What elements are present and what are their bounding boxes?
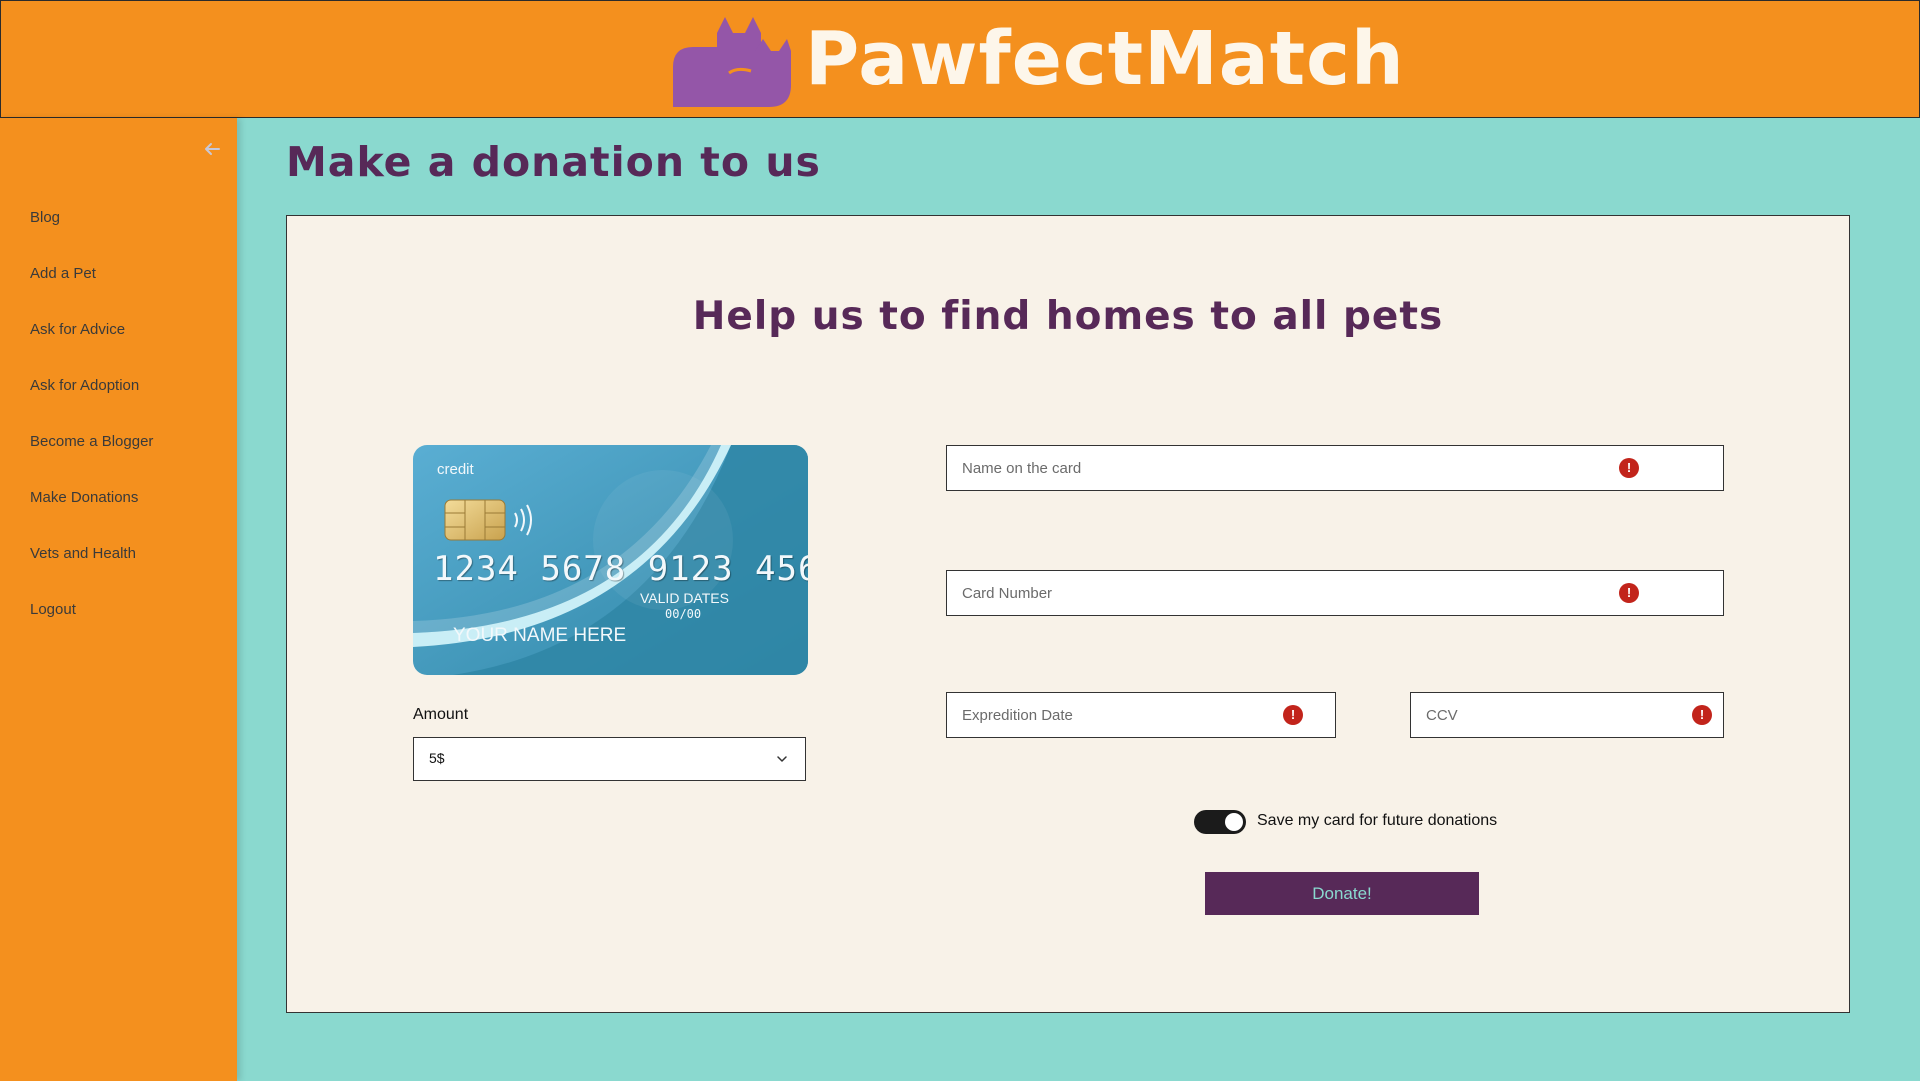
amount-select[interactable]: 5$	[413, 737, 806, 781]
header: PawfectMatch	[0, 0, 1920, 118]
card-valid-date: 00/00	[665, 607, 702, 621]
expiration-date-field: !	[946, 692, 1336, 738]
chevron-down-icon	[777, 756, 787, 762]
error-icon: !	[1283, 705, 1303, 725]
arrow-left-icon[interactable]	[199, 136, 225, 162]
donate-button[interactable]: Donate!	[1205, 872, 1479, 915]
sidebar-item-logout[interactable]: Logout	[30, 582, 153, 638]
error-icon: !	[1692, 705, 1712, 725]
donation-heading: Help us to find homes to all pets	[692, 294, 1444, 339]
sidebar-nav: Blog Add a Pet Ask for Advice Ask for Ad…	[30, 190, 153, 638]
card-number-input[interactable]	[947, 571, 1723, 615]
card-holder-text: YOUR NAME HERE	[453, 625, 627, 646]
save-card-label: Save my card for future donations	[1257, 812, 1498, 829]
amount-label: Amount	[413, 706, 469, 723]
sidebar-item-make-donations[interactable]: Make Donations	[30, 470, 153, 526]
error-icon: !	[1619, 458, 1639, 478]
logo[interactable]: PawfectMatch	[667, 11, 1405, 107]
save-card-toggle[interactable]	[1194, 810, 1246, 834]
sidebar-item-ask-for-adoption[interactable]: Ask for Adoption	[30, 358, 153, 414]
card-number-text: 1234 5678 9123 4567	[433, 549, 808, 589]
cat-logo-icon	[673, 17, 791, 107]
sidebar-item-vets-and-health[interactable]: Vets and Health	[30, 526, 153, 582]
amount-selected-value: 5$	[429, 750, 445, 766]
sidebar-item-become-a-blogger[interactable]: Become a Blogger	[30, 414, 153, 470]
card-type-label: credit	[437, 461, 474, 478]
toggle-knob	[1225, 813, 1243, 831]
card-valid-label: VALID DATES	[640, 590, 729, 606]
card-number-field: !	[946, 570, 1724, 616]
name-on-card-field: !	[946, 445, 1724, 491]
ccv-input[interactable]	[1411, 693, 1723, 737]
sidebar: Blog Add a Pet Ask for Advice Ask for Ad…	[0, 118, 237, 1081]
credit-card-image: credit 1234 5678 9123 4567 VALID DATES 0…	[413, 445, 808, 675]
brand-name: PawfectMatch	[805, 16, 1405, 102]
sidebar-item-ask-for-advice[interactable]: Ask for Advice	[30, 302, 153, 358]
name-on-card-input[interactable]	[947, 446, 1723, 490]
page-title: Make a donation to us	[286, 138, 821, 186]
error-icon: !	[1619, 583, 1639, 603]
sidebar-item-blog[interactable]: Blog	[30, 190, 153, 246]
ccv-field: !	[1410, 692, 1724, 738]
sidebar-item-add-a-pet[interactable]: Add a Pet	[30, 246, 153, 302]
expiration-date-input[interactable]	[947, 693, 1335, 737]
donation-panel: Help us to find homes to all pets credit…	[286, 215, 1850, 1013]
